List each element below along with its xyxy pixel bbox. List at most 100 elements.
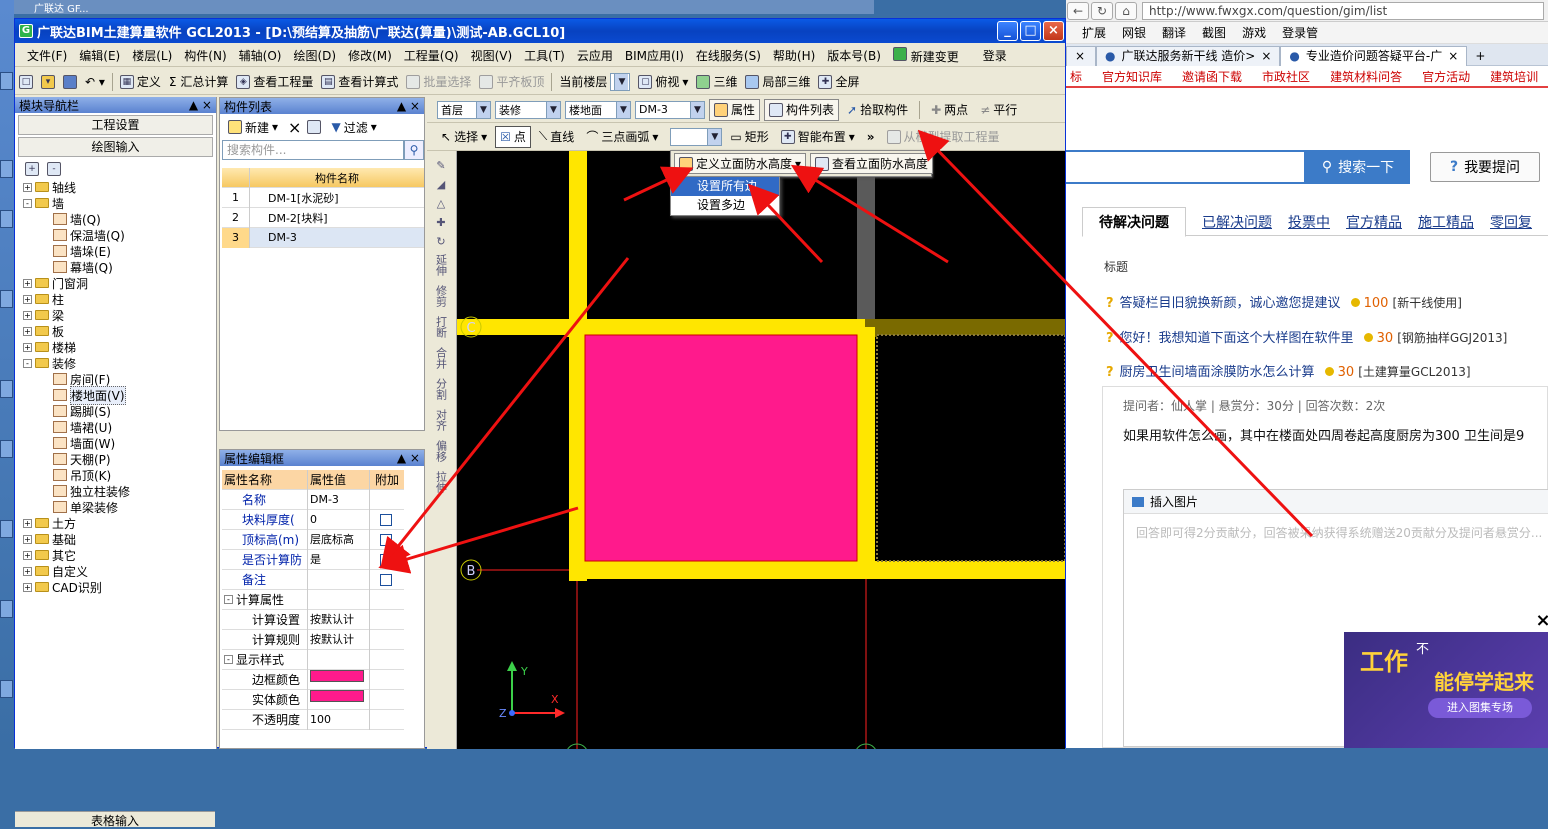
translate-button[interactable]: 翻译 (1162, 24, 1186, 41)
wall-vertical-5[interactable] (569, 151, 587, 581)
nav-link[interactable]: 建筑材料问答 (1330, 68, 1402, 85)
collapse-icon[interactable]: - (23, 358, 32, 368)
floor-area-dm3[interactable] (584, 334, 858, 562)
close-icon[interactable]: × (1075, 47, 1085, 65)
tab-qa[interactable]: ● 专业造价问题答疑平台-广 × (1280, 45, 1468, 66)
category-select[interactable]: 装修 ▼ (495, 100, 561, 119)
prop-value[interactable]: 层底标高 (308, 529, 370, 550)
view-waterproof-height-button[interactable]: 查看立面防水高度 (810, 153, 934, 174)
pin-close-icon[interactable]: ▲ × (189, 98, 212, 112)
more-icon[interactable]: » (863, 126, 879, 148)
summary-calc-button[interactable]: Σ 汇总计算 (165, 71, 232, 93)
minimize-icon[interactable]: _ (997, 21, 1018, 41)
arc-button[interactable]: ⌒ 三点画弧 ▾ (582, 126, 662, 148)
close-icon[interactable]: × (1448, 47, 1458, 65)
tab-voting[interactable]: 投票中 (1288, 212, 1330, 232)
back-icon[interactable]: ← (1067, 1, 1089, 20)
menu-tools[interactable]: 工具(T) (518, 47, 571, 64)
desktop-icon[interactable] (0, 680, 13, 698)
property-row[interactable]: 不透明度 100 (222, 709, 404, 730)
prop-value[interactable] (308, 569, 370, 590)
new-tab-button[interactable]: + (1467, 46, 1493, 66)
select-button[interactable]: ↖ 选择 ▾ (437, 126, 491, 148)
tree-item[interactable]: 墙(Q) (15, 211, 215, 227)
table-input-button[interactable]: 表格输入 (15, 811, 215, 828)
tree-item[interactable]: 吊顶(K) (15, 467, 215, 483)
component-search-input[interactable]: 搜索构件... (222, 140, 404, 160)
delete-icon[interactable]: × (288, 118, 301, 137)
collapse-all-icon[interactable]: - (47, 162, 61, 176)
screenshot-button[interactable]: 截图 (1202, 24, 1226, 41)
rectangle-button[interactable]: ▭ 矩形 (726, 126, 772, 148)
expand-icon[interactable]: + (23, 550, 32, 560)
merge-button[interactable]: 合并 (427, 347, 455, 372)
property-row[interactable]: 是否计算防是 (222, 549, 404, 570)
project-settings-button[interactable]: 工程设置 (18, 115, 213, 135)
view-quantity-button[interactable]: ◈ 查看工程量 (232, 71, 317, 93)
extra-checkbox[interactable] (380, 573, 392, 586)
pin-close-icon[interactable]: ▲ × (397, 99, 420, 113)
menu-file[interactable]: 文件(F) (21, 47, 73, 64)
expand-icon[interactable]: + (23, 582, 32, 592)
current-floor-select[interactable]: 当前楼层 ▼ (555, 71, 634, 93)
nav-link[interactable]: 市政社区 (1262, 68, 1310, 85)
expand-icon[interactable]: + (23, 182, 32, 192)
property-group[interactable]: - 显示样式 (222, 649, 404, 670)
desktop-icon[interactable] (0, 210, 13, 228)
pin-close-icon[interactable]: ▲ × (397, 451, 420, 465)
desktop-icon[interactable] (0, 520, 13, 538)
extra-checkbox[interactable] (380, 513, 392, 526)
parallel-button[interactable]: ≠ 平行 (976, 99, 1021, 121)
expand-icon[interactable]: + (23, 310, 32, 320)
url-input[interactable]: http://www.fwxgx.com/question/gim/list (1142, 1, 1544, 20)
move-icon[interactable]: ✚ (427, 216, 455, 229)
nav-link[interactable]: 标 (1070, 68, 1082, 85)
properties-button[interactable]: 属性 (709, 98, 761, 121)
property-row[interactable]: 备注 (222, 569, 404, 590)
property-row[interactable]: 实体颜色 (222, 689, 404, 710)
collapse-icon[interactable]: - (224, 655, 233, 664)
menu-bim[interactable]: BIM应用(I) (619, 47, 690, 64)
expand-icon[interactable]: + (23, 534, 32, 544)
wall-horizontal-c[interactable] (457, 319, 865, 337)
smart-layout-button[interactable]: ✚ 智能布置 ▾ (777, 126, 859, 148)
maximize-icon[interactable]: □ (1020, 21, 1041, 41)
menu-login[interactable]: 登录 (977, 47, 1013, 64)
desktop-icon[interactable] (0, 290, 13, 308)
component-list-button[interactable]: 构件列表 (764, 98, 840, 121)
desktop-icon[interactable] (0, 160, 13, 178)
tab-construction[interactable]: 施工精品 (1418, 212, 1474, 232)
undo-icon[interactable]: ↶ ▾ (81, 71, 109, 93)
close-icon[interactable]: × (1261, 47, 1271, 65)
tree-folder[interactable]: + 基础 (15, 531, 215, 547)
rotate-icon[interactable]: ↻ (427, 235, 455, 248)
expand-icon[interactable]: + (23, 518, 32, 528)
desktop-icon[interactable] (0, 440, 13, 458)
property-group[interactable]: - 计算属性 (222, 589, 404, 610)
tree-folder[interactable]: - 装修 (15, 355, 215, 371)
menu-draw[interactable]: 绘图(D) (287, 47, 342, 64)
trim-button[interactable]: 修剪 (427, 285, 455, 310)
extra-checkbox[interactable] (380, 533, 392, 546)
home-icon[interactable]: ⌂ (1115, 1, 1137, 20)
tab-previous[interactable]: × (1066, 45, 1096, 66)
search-button[interactable]: ⚲ 搜索一下 (1306, 150, 1410, 184)
menu-quantity[interactable]: 工程量(Q) (398, 47, 465, 64)
prop-value[interactable]: 是 (308, 549, 370, 570)
open-file-icon[interactable]: ▾ (37, 71, 59, 93)
tab-unsolved[interactable]: 待解决问题 (1082, 206, 1186, 237)
pick-component-button[interactable]: ➚ 拾取构件 (843, 99, 912, 121)
draw-input-button[interactable]: 绘图输入 (18, 137, 213, 157)
question-row[interactable]: ? 答疑栏目旧貌换新颜，诚心邀您提建议 100 [新干线使用] (1106, 292, 1462, 311)
property-row[interactable]: 计算设置 按默认计 (222, 609, 404, 630)
collapse-icon[interactable]: - (224, 595, 233, 604)
drawing-canvas[interactable]: C B 5 6 Y X Z (457, 151, 1065, 749)
table-row[interactable]: 1 DM-1[水泥砂] (222, 187, 424, 208)
align-button[interactable]: 对齐 (427, 409, 455, 434)
tree-folder[interactable]: + 门窗洞 (15, 275, 215, 291)
component-select[interactable]: DM-3 ▼ (635, 100, 705, 119)
set-all-edges-item[interactable]: 设置所有边 (671, 177, 779, 196)
property-row[interactable]: 名称 DM-3 (222, 489, 404, 510)
tree-folder[interactable]: + 土方 (15, 515, 215, 531)
question-title[interactable]: 厨房卫生间墙面涂膜防水怎么计算 (1120, 365, 1315, 380)
